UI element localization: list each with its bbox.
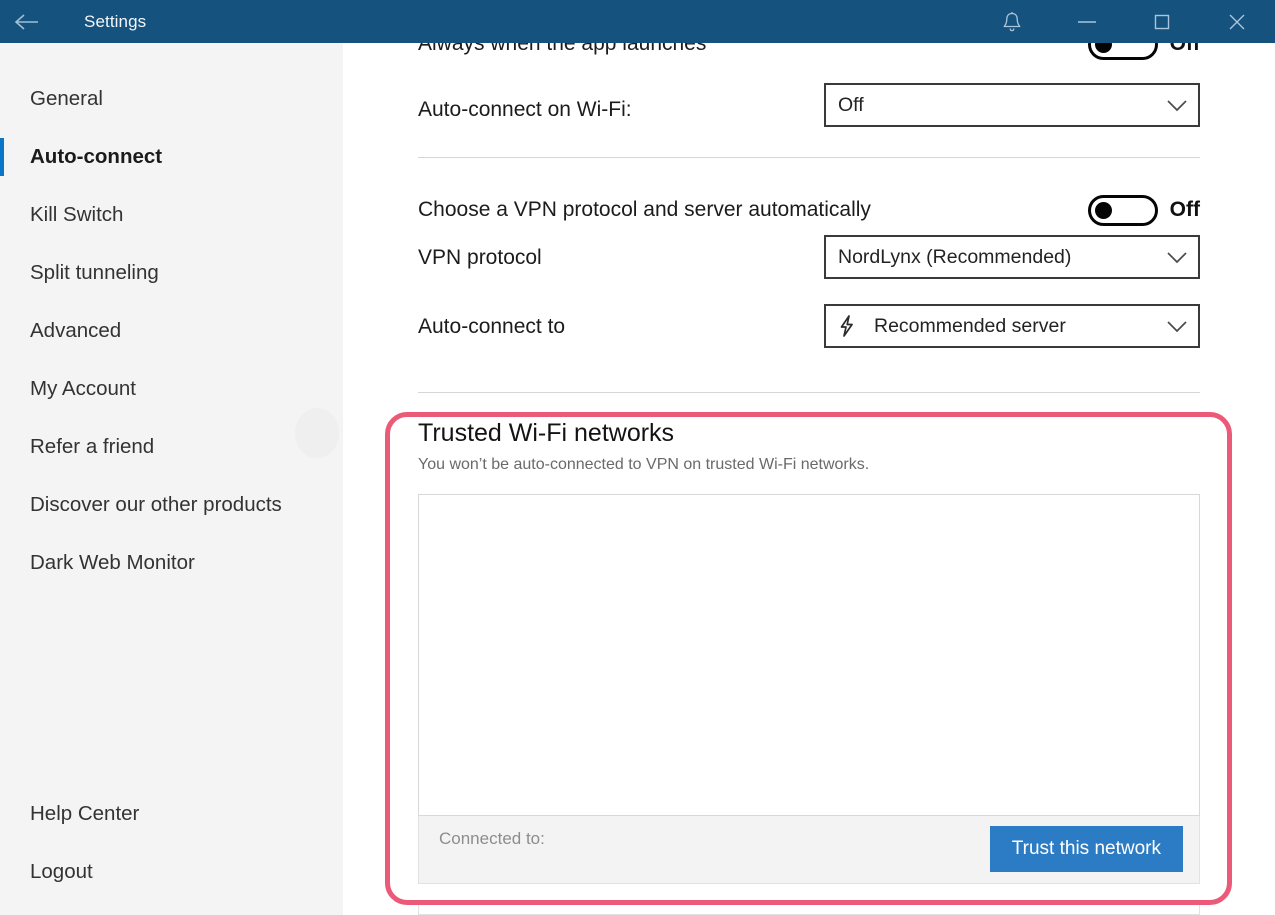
card-bottom-edge bbox=[418, 905, 1200, 915]
auto-protocol-toggle-wrap: Off bbox=[1087, 194, 1200, 226]
autoconnect-wifi-value: Off bbox=[838, 93, 864, 116]
vpn-protocol-dropdown[interactable]: NordLynx (Recommended) bbox=[824, 235, 1200, 279]
sidebar-item-label: Refer a friend bbox=[30, 434, 155, 458]
sidebar-item-split-tunneling[interactable]: Split tunneling bbox=[0, 244, 343, 302]
sidebar-item-discover-products[interactable]: Discover our other products bbox=[0, 476, 343, 534]
sidebar-bottom-nav: Help Center Logout bbox=[0, 785, 343, 915]
settings-content: Always when the app launches Off Auto-co… bbox=[343, 0, 1275, 915]
sidebar-item-label: Help Center bbox=[30, 801, 140, 825]
autoconnect-to-value: Recommended server bbox=[874, 314, 1066, 337]
minimize-button[interactable] bbox=[1062, 0, 1111, 43]
sidebar-item-label: Split tunneling bbox=[30, 260, 159, 284]
sidebar-item-label: My Account bbox=[30, 376, 136, 400]
bell-icon bbox=[1002, 11, 1022, 33]
autoconnect-to-dropdown[interactable]: Recommended server bbox=[824, 304, 1200, 348]
auto-protocol-toggle-state: Off bbox=[1169, 198, 1200, 221]
trusted-wifi-subtitle: You won’t be auto-connected to VPN on tr… bbox=[418, 455, 870, 473]
sidebar-nav: General Auto-connect Kill Switch Split t… bbox=[0, 43, 343, 592]
auto-protocol-row: Choose a VPN protocol and server automat… bbox=[418, 192, 1200, 228]
close-button[interactable] bbox=[1212, 0, 1261, 43]
divider-1 bbox=[418, 157, 1200, 158]
sidebar-item-label: Advanced bbox=[30, 318, 122, 342]
sidebar-item-help-center[interactable]: Help Center bbox=[0, 785, 343, 843]
window-title: Settings bbox=[84, 11, 147, 31]
sidebar-item-general[interactable]: General bbox=[0, 70, 343, 128]
sidebar-item-label: Logout bbox=[30, 859, 93, 883]
sidebar-item-label: Auto-connect bbox=[30, 144, 163, 168]
sidebar-item-logout[interactable]: Logout bbox=[0, 843, 343, 901]
back-button[interactable] bbox=[0, 0, 52, 43]
sidebar-item-label: General bbox=[30, 86, 103, 110]
divider-2 bbox=[418, 392, 1200, 393]
active-accent-bar bbox=[0, 138, 4, 176]
chevron-down-icon bbox=[1160, 320, 1188, 333]
trusted-wifi-card: Trusted Wi-Fi networks You won’t be auto… bbox=[418, 419, 1200, 884]
trusted-wifi-list[interactable] bbox=[418, 493, 1200, 816]
sidebar-item-my-account[interactable]: My Account bbox=[0, 360, 343, 418]
sidebar-item-label: Discover our other products bbox=[30, 492, 282, 516]
connected-network-block: Connected to: bbox=[439, 829, 545, 869]
sidebar-item-label: Dark Web Monitor bbox=[30, 550, 195, 574]
trust-this-network-button[interactable]: Trust this network bbox=[989, 826, 1183, 873]
notifications-button[interactable] bbox=[987, 0, 1036, 43]
minimize-icon bbox=[1076, 16, 1098, 28]
connected-network-name bbox=[439, 849, 545, 869]
title-bar: Settings bbox=[0, 0, 1275, 43]
maximize-button[interactable] bbox=[1137, 0, 1186, 43]
lightning-bolt-icon bbox=[838, 314, 856, 338]
connected-to-label: Connected to: bbox=[439, 829, 545, 849]
auto-protocol-label: Choose a VPN protocol and server automat… bbox=[418, 198, 871, 221]
sidebar-item-auto-connect[interactable]: Auto-connect bbox=[0, 128, 343, 186]
autoconnect-to-label: Auto-connect to bbox=[418, 315, 566, 338]
auto-protocol-toggle[interactable] bbox=[1087, 194, 1158, 226]
maximize-icon bbox=[1153, 13, 1171, 31]
trusted-wifi-footer: Connected to: Trust this network bbox=[418, 815, 1200, 884]
arrow-left-icon bbox=[13, 12, 39, 32]
chevron-down-icon bbox=[1160, 99, 1188, 112]
toggle-knob bbox=[1094, 201, 1112, 219]
close-icon bbox=[1227, 12, 1247, 32]
sidebar-item-advanced[interactable]: Advanced bbox=[0, 302, 343, 360]
chevron-down-icon bbox=[1160, 251, 1188, 264]
sidebar-item-refer-a-friend[interactable]: Refer a friend bbox=[0, 418, 343, 476]
sidebar-item-kill-switch[interactable]: Kill Switch bbox=[0, 186, 343, 244]
trusted-wifi-title: Trusted Wi-Fi networks bbox=[418, 419, 675, 447]
settings-window: Settings General Auto-connect Kill Switc… bbox=[0, 0, 1275, 915]
autoconnect-wifi-label: Auto-connect on Wi-Fi: bbox=[418, 98, 632, 121]
sidebar-item-dark-web-monitor[interactable]: Dark Web Monitor bbox=[0, 534, 343, 592]
vpn-protocol-label: VPN protocol bbox=[418, 246, 542, 269]
autoconnect-wifi-dropdown[interactable]: Off bbox=[824, 83, 1200, 127]
vpn-protocol-value: NordLynx (Recommended) bbox=[838, 245, 1072, 268]
sidebar-item-label: Kill Switch bbox=[30, 202, 124, 226]
sidebar: General Auto-connect Kill Switch Split t… bbox=[0, 43, 343, 915]
